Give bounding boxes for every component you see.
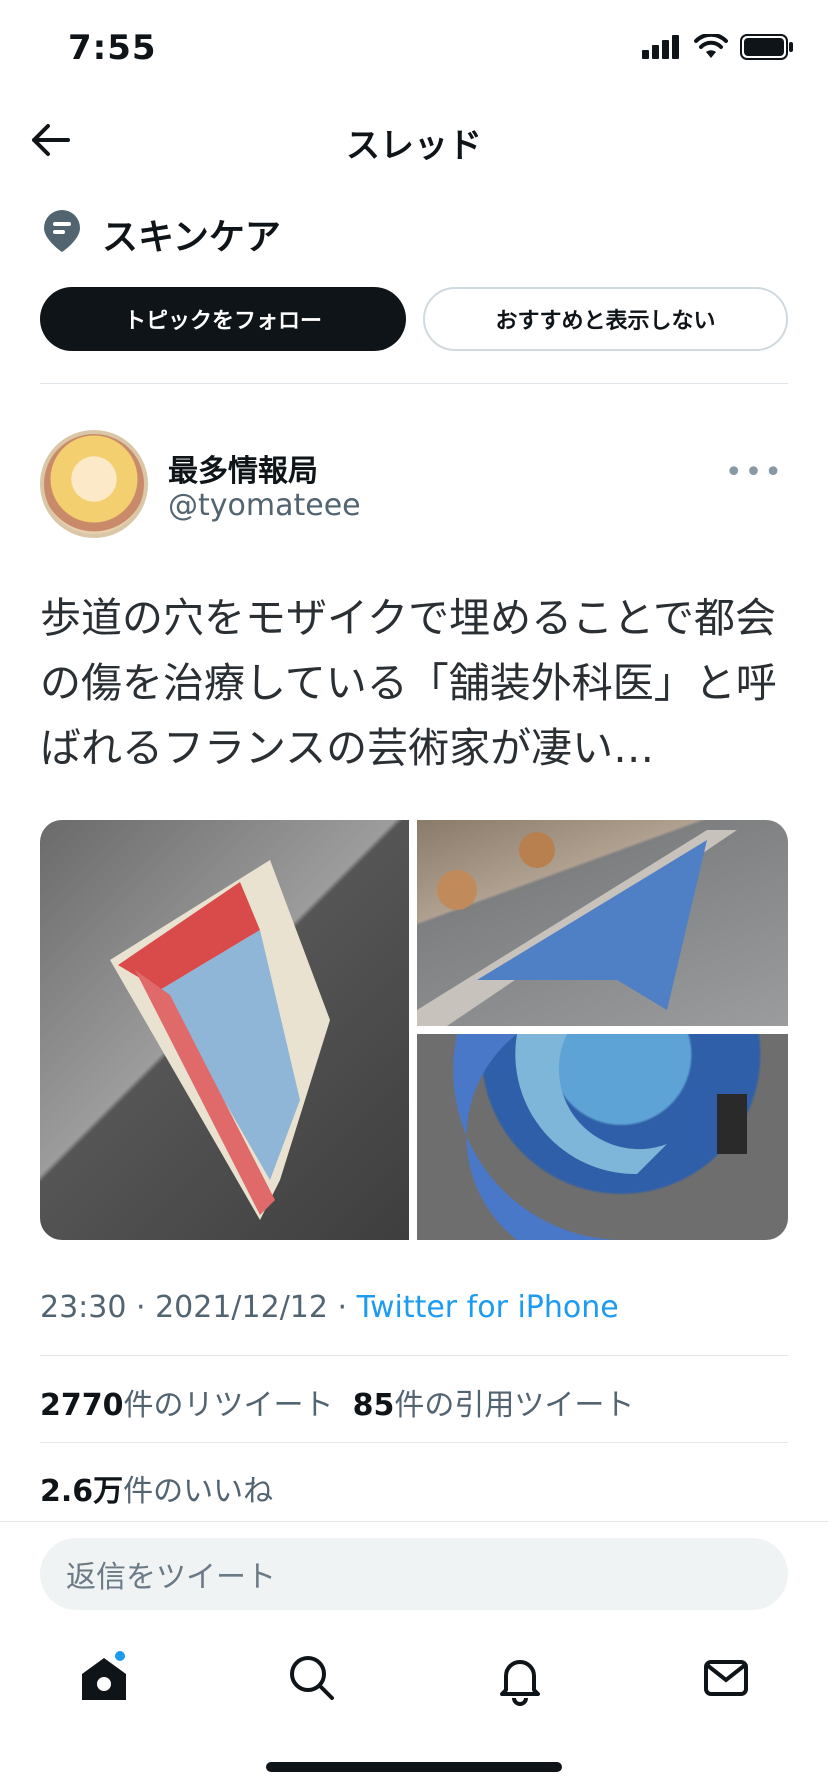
engagement-stats: 2770件のリツイート 85件の引用ツイート: [40, 1380, 634, 1424]
quote-count[interactable]: 85: [353, 1388, 395, 1423]
likes-stats[interactable]: 2.6万件のいいね: [40, 1466, 273, 1510]
tweet-timestamp: 23:30 · 2021/12/12 · Twitter for iPhone: [40, 1290, 619, 1325]
bell-icon[interactable]: [492, 1650, 548, 1706]
retweet-label[interactable]: 件のリツイート: [124, 1388, 334, 1423]
media-grid: [40, 820, 788, 1240]
follow-topic-button[interactable]: トピックをフォロー: [40, 287, 406, 351]
page-title: スレッド: [346, 126, 482, 166]
home-icon[interactable]: [76, 1650, 132, 1706]
topic-icon: [44, 210, 80, 252]
tweet-text: 歩道の穴をモザイクで埋めることで都会の傷を治療している「舗装外科医」と呼ばれるフ…: [40, 594, 777, 772]
status-time: 7:55: [68, 28, 157, 68]
divider: [0, 1521, 828, 1522]
tweet-image-1[interactable]: [40, 820, 409, 1240]
search-icon[interactable]: [284, 1650, 340, 1706]
tweet-image-3[interactable]: [417, 1034, 788, 1240]
quote-label[interactable]: 件の引用ツイート: [394, 1388, 634, 1423]
home-indicator: [266, 1762, 562, 1772]
like-label[interactable]: 件のいいね: [123, 1474, 273, 1509]
retweet-count[interactable]: 2770: [40, 1388, 124, 1423]
topic-name: スキンケア: [102, 217, 281, 258]
battery-icon: [740, 34, 793, 60]
divider: [40, 1355, 788, 1356]
not-interested-button[interactable]: おすすめと表示しない: [423, 287, 788, 351]
signal-icon: [642, 35, 679, 59]
timestamp-text: 23:30 · 2021/12/12 ·: [40, 1290, 357, 1325]
divider: [40, 1442, 788, 1443]
status-icons: [642, 34, 794, 60]
author-handle[interactable]: @tyomateee: [168, 488, 361, 523]
author-name[interactable]: 最多情報局: [168, 446, 318, 490]
divider: [40, 383, 788, 384]
more-options-icon[interactable]: •••: [725, 455, 784, 490]
tweet-image-2[interactable]: [417, 820, 788, 1026]
tweet-source-link[interactable]: Twitter for iPhone: [357, 1290, 619, 1325]
avatar[interactable]: [40, 430, 148, 538]
mail-icon[interactable]: [698, 1650, 754, 1706]
like-count[interactable]: 2.6万: [40, 1474, 123, 1509]
reply-input[interactable]: 返信をツイート: [40, 1538, 788, 1610]
wifi-icon: [694, 34, 728, 58]
